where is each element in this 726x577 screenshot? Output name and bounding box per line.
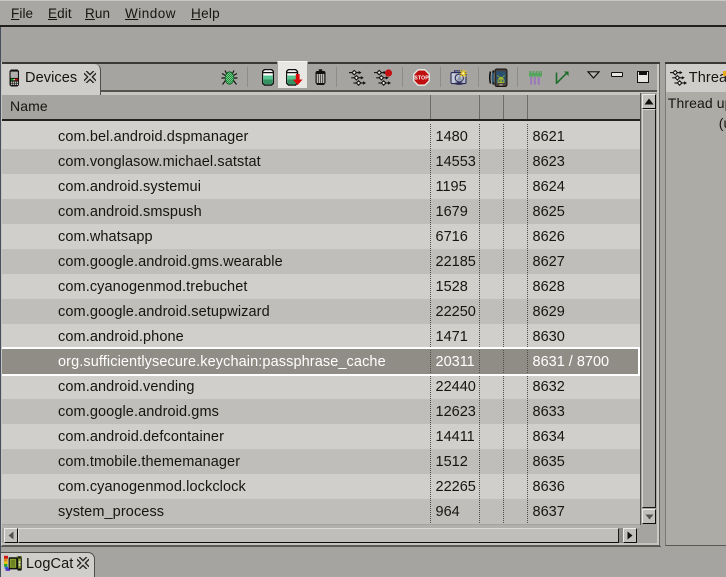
svg-text:STOP: STOP: [414, 75, 429, 81]
